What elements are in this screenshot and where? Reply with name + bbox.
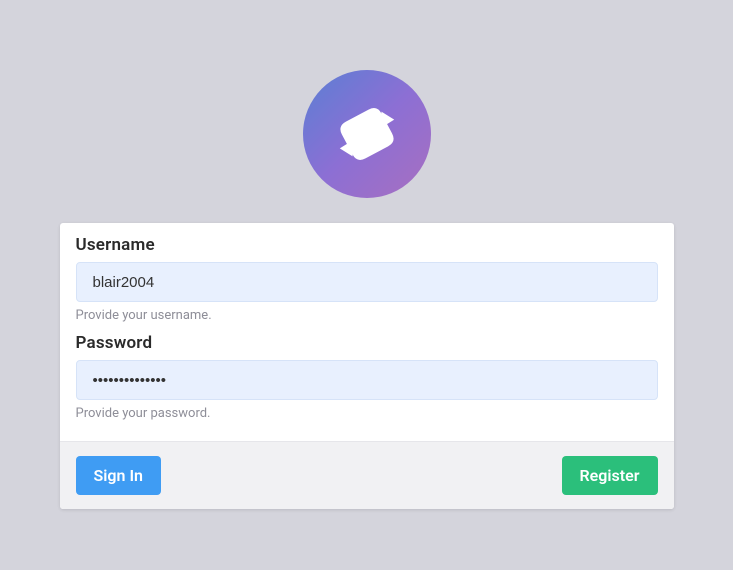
username-group: Username Provide your username. [76, 235, 658, 323]
password-help: Provide your password. [76, 406, 658, 421]
login-card: Username Provide your username. Password… [60, 223, 674, 509]
logo-mark-icon [327, 94, 407, 174]
login-footer: Sign In Register [60, 441, 674, 509]
logo-icon [303, 70, 431, 198]
register-button[interactable]: Register [562, 456, 658, 495]
logo-container [303, 70, 431, 198]
password-label: Password [76, 333, 658, 353]
login-form: Username Provide your username. Password… [60, 223, 674, 441]
username-input[interactable] [76, 262, 658, 302]
username-help: Provide your username. [76, 308, 658, 323]
password-group: Password Provide your password. [76, 333, 658, 421]
password-input[interactable] [76, 360, 658, 400]
signin-button[interactable]: Sign In [76, 456, 161, 495]
username-label: Username [76, 235, 658, 255]
